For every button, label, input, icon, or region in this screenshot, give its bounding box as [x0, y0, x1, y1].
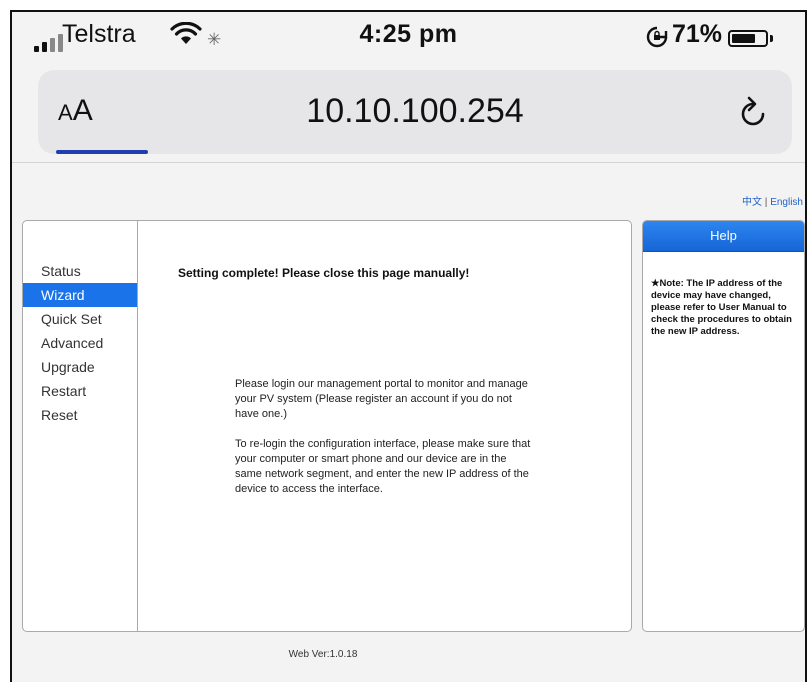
- language-separator: |: [764, 197, 768, 208]
- help-title: Help: [643, 221, 804, 252]
- url-field[interactable]: 10.10.100.254: [38, 92, 792, 131]
- sidebar: Status Wizard Quick Set Advanced Upgrade…: [23, 221, 138, 631]
- reload-icon[interactable]: [736, 94, 770, 130]
- sidebar-item-status[interactable]: Status: [23, 259, 137, 283]
- orientation-lock-icon: [646, 26, 668, 48]
- battery-icon: [728, 30, 768, 47]
- setting-complete-heading: Setting complete! Please close this page…: [178, 266, 470, 280]
- sidebar-item-restart[interactable]: Restart: [23, 379, 137, 403]
- relogin-instructions: To re-login the configuration interface,…: [235, 438, 531, 495]
- help-panel: Help ★Note: The IP address of the device…: [642, 220, 805, 632]
- sidebar-item-reset[interactable]: Reset: [23, 403, 137, 427]
- web-version: Web Ver:1.0.18: [288, 649, 358, 660]
- page-load-progress: [56, 150, 148, 154]
- help-note: ★Note: The IP address of the device may …: [651, 278, 792, 337]
- language-english-link[interactable]: English: [770, 197, 803, 208]
- sidebar-item-quick-set[interactable]: Quick Set: [23, 307, 137, 331]
- language-chinese-link[interactable]: 中文: [742, 197, 762, 208]
- address-bar[interactable]: AA 10.10.100.254: [38, 70, 792, 154]
- toolbar-divider: [12, 162, 805, 163]
- language-switcher: 中文 | English: [742, 193, 803, 208]
- sidebar-item-upgrade[interactable]: Upgrade: [23, 355, 137, 379]
- sidebar-item-advanced[interactable]: Advanced: [23, 331, 137, 355]
- main-panel: Status Wizard Quick Set Advanced Upgrade…: [22, 220, 632, 632]
- phone-screen: Telstra ✳ 4:25 pm 71% AA 10.10.100.254 中…: [10, 10, 807, 682]
- battery-tip: [770, 35, 773, 42]
- sidebar-item-wizard[interactable]: Wizard: [23, 283, 137, 307]
- sidebar-menu: Status Wizard Quick Set Advanced Upgrade…: [23, 259, 137, 427]
- portal-instructions: Please login our management portal to mo…: [235, 378, 528, 420]
- battery-percentage: 71%: [672, 20, 723, 48]
- instructions: Please login our management portal to mo…: [235, 377, 535, 512]
- ios-status-bar: Telstra ✳ 4:25 pm 71%: [12, 12, 805, 64]
